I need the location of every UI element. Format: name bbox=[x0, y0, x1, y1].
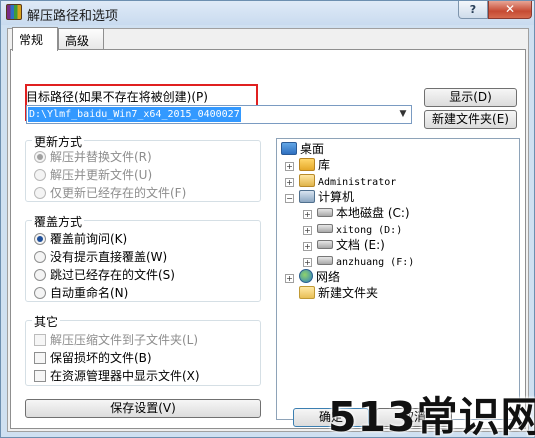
dest-path-combobox[interactable]: D:\Ylmf_baidu_Win7_x64_2015_0400027 ▼ bbox=[26, 105, 412, 124]
library-folder-icon bbox=[299, 158, 315, 171]
save-settings-button[interactable]: 保存设置(V) bbox=[25, 399, 261, 418]
radio-icon[interactable] bbox=[34, 233, 46, 245]
checkbox-icon[interactable] bbox=[34, 334, 46, 346]
winrar-app-icon bbox=[6, 4, 22, 20]
desktop-icon bbox=[281, 142, 297, 155]
radio-icon[interactable] bbox=[34, 269, 46, 281]
computer-icon bbox=[299, 190, 315, 203]
checkbox-icon[interactable] bbox=[34, 370, 46, 382]
overwrite-option-no-prompt[interactable]: 没有提示直接覆盖(W) bbox=[34, 248, 167, 264]
new-folder-button[interactable]: 新建文件夹(E) bbox=[424, 110, 517, 129]
tab-advanced[interactable]: 高级 bbox=[58, 28, 104, 50]
tree-node-network[interactable]: 网络 bbox=[299, 269, 340, 285]
expand-plus-icon[interactable]: + bbox=[303, 242, 312, 251]
site-watermark: 513常识网 bbox=[328, 393, 535, 438]
overwrite-mode-title: 覆盖方式 bbox=[32, 213, 85, 230]
misc-option-subfolder[interactable]: 解压压缩文件到子文件夹(L) bbox=[34, 331, 198, 347]
update-mode-group: 更新方式 解压并替换文件(R) 解压并更新文件(U) 仅更新已经存在的文件(F) bbox=[25, 133, 261, 202]
network-globe-icon bbox=[299, 269, 313, 283]
tree-node-user[interactable]: Administrator bbox=[299, 173, 396, 189]
expand-plus-icon[interactable]: + bbox=[303, 210, 312, 219]
radio-icon[interactable] bbox=[34, 151, 46, 163]
radio-icon[interactable] bbox=[34, 187, 46, 199]
overwrite-mode-group: 覆盖方式 覆盖前询问(K) 没有提示直接覆盖(W) 跳过已经存在的文件(S) 自… bbox=[25, 213, 261, 302]
tree-node-drive-c[interactable]: 本地磁盘 (C:) bbox=[317, 205, 410, 221]
radio-icon[interactable] bbox=[34, 287, 46, 299]
dest-path-value[interactable]: D:\Ylmf_baidu_Win7_x64_2015_0400027 bbox=[28, 107, 241, 122]
update-option-update[interactable]: 解压并更新文件(U) bbox=[34, 166, 152, 182]
tree-node-desktop[interactable]: 桌面 bbox=[281, 141, 324, 157]
help-button[interactable]: ? bbox=[458, 1, 488, 19]
expand-plus-icon[interactable]: + bbox=[285, 178, 294, 187]
radio-icon[interactable] bbox=[34, 169, 46, 181]
tree-node-drive-e[interactable]: 文档 (E:) bbox=[317, 237, 385, 253]
misc-option-keep-broken[interactable]: 保留损坏的文件(B) bbox=[34, 349, 152, 365]
misc-options-title: 其它 bbox=[32, 313, 61, 330]
tree-node-new-folder[interactable]: 新建文件夹 bbox=[299, 285, 378, 301]
chevron-down-icon[interactable]: ▼ bbox=[395, 106, 411, 123]
hard-drive-icon bbox=[317, 208, 333, 217]
misc-options-group: 其它 解压压缩文件到子文件夹(L) 保留损坏的文件(B) 在资源管理器中显示文件… bbox=[25, 313, 261, 386]
close-button[interactable]: ✕ bbox=[488, 1, 532, 19]
overwrite-option-skip[interactable]: 跳过已经存在的文件(S) bbox=[34, 266, 175, 282]
misc-option-show-in-explorer[interactable]: 在资源管理器中显示文件(X) bbox=[34, 367, 200, 383]
window-title: 解压路径和选项 bbox=[27, 9, 119, 24]
dialog-window: 解压路径和选项 ? ✕ 常规 高级 目标路径(如果不存在将被创建)(P) D:\… bbox=[0, 0, 535, 438]
expand-plus-icon[interactable]: + bbox=[285, 162, 294, 171]
tab-panel-general: 目标路径(如果不存在将被创建)(P) D:\Ylmf_baidu_Win7_x6… bbox=[10, 49, 526, 429]
expand-plus-icon[interactable]: + bbox=[303, 226, 312, 235]
tree-node-drive-d[interactable]: xitong (D:) bbox=[317, 221, 402, 237]
tree-node-computer[interactable]: 计算机 bbox=[299, 189, 354, 205]
user-folder-icon bbox=[299, 174, 315, 187]
overwrite-option-rename[interactable]: 自动重命名(N) bbox=[34, 284, 128, 300]
hard-drive-icon bbox=[317, 256, 333, 265]
hard-drive-icon bbox=[317, 224, 333, 233]
folder-icon bbox=[299, 286, 315, 299]
update-option-replace[interactable]: 解压并替换文件(R) bbox=[34, 148, 152, 164]
tab-general[interactable]: 常规 bbox=[12, 27, 58, 51]
update-option-existing-only[interactable]: 仅更新已经存在的文件(F) bbox=[34, 184, 186, 200]
tree-node-drive-f[interactable]: anzhuang (F:) bbox=[317, 253, 414, 269]
checkbox-icon[interactable] bbox=[34, 352, 46, 364]
show-button[interactable]: 显示(D) bbox=[424, 88, 517, 107]
title-bar[interactable]: 解压路径和选项 ? ✕ bbox=[1, 1, 534, 25]
dialog-client-area: 常规 高级 目标路径(如果不存在将被创建)(P) D:\Ylmf_baidu_W… bbox=[7, 27, 529, 432]
folder-tree[interactable]: 桌面 + 库 + Administrator − 计算机 + 本地磁盘 (C:)… bbox=[276, 138, 520, 420]
expand-plus-icon[interactable]: + bbox=[285, 274, 294, 283]
hard-drive-icon bbox=[317, 240, 333, 249]
expand-plus-icon[interactable]: + bbox=[303, 258, 312, 267]
overwrite-option-ask[interactable]: 覆盖前询问(K) bbox=[34, 230, 127, 246]
collapse-minus-icon[interactable]: − bbox=[285, 194, 294, 203]
radio-icon[interactable] bbox=[34, 251, 46, 263]
tree-node-library[interactable]: 库 bbox=[299, 157, 330, 173]
